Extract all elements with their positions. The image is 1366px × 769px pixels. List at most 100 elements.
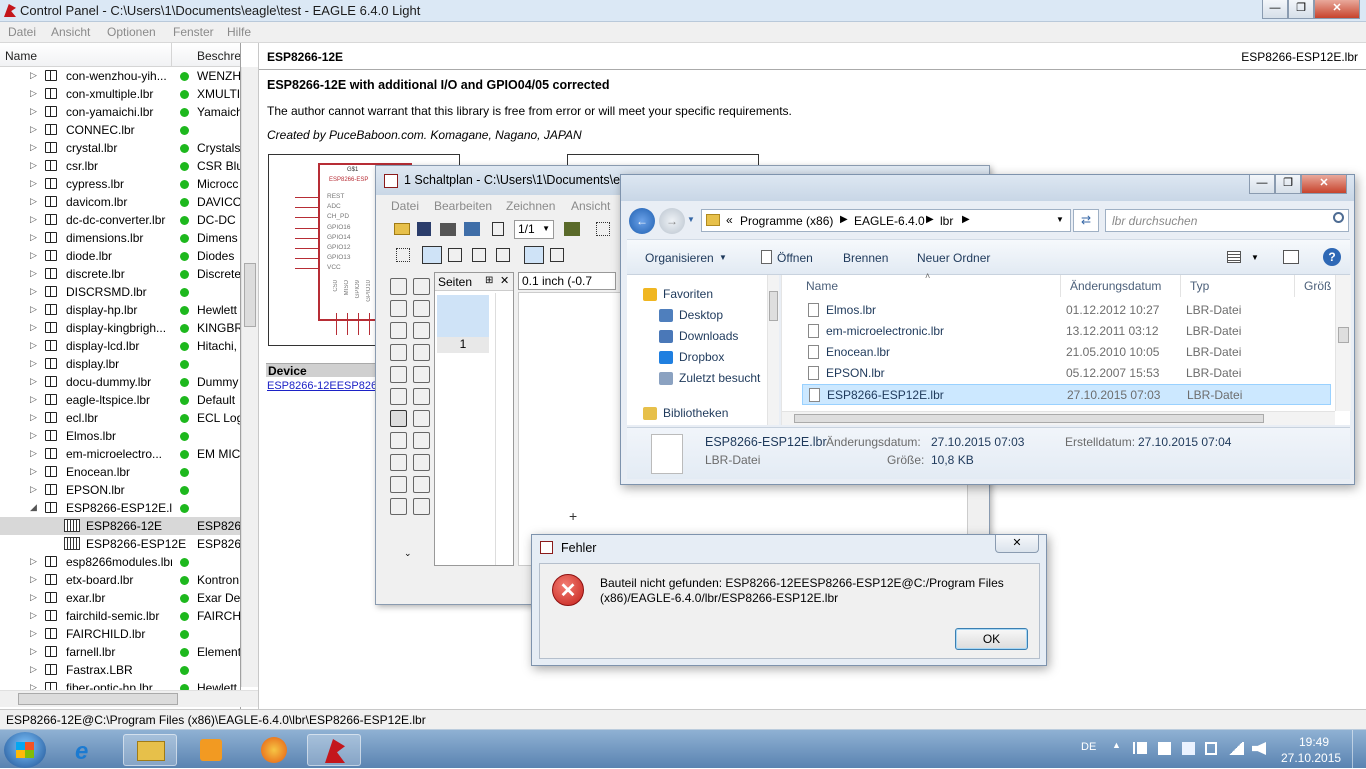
minimize-button[interactable]: — [1262,0,1288,19]
rotate-tool-icon[interactable] [413,344,430,361]
file-row[interactable]: EPSON.lbr 05.12.2007 15:53 LBR-Datei [802,363,1331,384]
in-use-indicator-icon[interactable] [180,126,189,135]
sheet-select[interactable]: 1/1 ▼ [514,220,554,239]
delete-tool-icon[interactable] [413,388,430,405]
nav-item-label[interactable]: Dropbox [679,350,724,364]
file-row[interactable]: Elmos.lbr 01.12.2012 10:27 LBR-Datei [802,300,1331,321]
info-tool-icon[interactable] [390,278,407,295]
preview-pane-icon[interactable] [1283,250,1299,264]
explorer-minimize-button[interactable]: — [1249,175,1275,194]
in-use-indicator-icon[interactable] [180,108,189,117]
change-tool-icon[interactable] [413,366,430,383]
tree-device-row[interactable]: ESP8266-ESP12E ESP826 [0,535,240,553]
file-row[interactable]: em-microelectronic.lbr 13.12.2011 03:12 LB… [802,321,1331,342]
schematic-menu-datei[interactable]: Datei [391,199,419,213]
in-use-indicator-icon[interactable] [180,612,189,621]
open-button[interactable]: Öffnen [777,251,813,265]
explorer-close-button[interactable]: ✕ [1301,175,1347,194]
board-icon[interactable] [564,222,580,236]
internet-explorer-taskbar-icon[interactable]: e [60,734,114,766]
smash-tool-icon[interactable] [390,476,407,493]
collapsed-arrow-icon[interactable]: ▷ [30,160,37,171]
tree-library-row[interactable]: ▷ esp8266modules.lbr [0,553,240,571]
firefox-taskbar-icon[interactable] [246,734,300,766]
mark-tool-icon[interactable] [413,300,430,317]
tree-library-row[interactable]: ▷ CONNEC.lbr [0,121,240,139]
in-use-indicator-icon[interactable] [180,504,189,513]
schematic-menu-bearbeiten[interactable]: Bearbeiten [434,199,492,213]
collapsed-arrow-icon[interactable]: ▷ [30,412,37,423]
cam-icon[interactable] [464,222,480,236]
breadcrumb-sep-icon[interactable]: ▶ [926,214,934,225]
breadcrumb-eagle[interactable]: EAGLE-6.4.0 [854,214,925,228]
tree-library-row[interactable]: ▷ davicom.lbr DAVICO [0,193,240,211]
in-use-indicator-icon[interactable] [180,90,189,99]
save-icon[interactable] [417,222,431,236]
paste-tool-icon[interactable] [390,388,407,405]
view-options-icon[interactable] [1227,251,1241,263]
ulp-icon[interactable] [492,222,504,236]
file-column-header[interactable]: Name [806,279,838,293]
breadcrumb-lbr[interactable]: lbr [940,214,953,228]
in-use-indicator-icon[interactable] [180,324,189,333]
maximize-button[interactable]: ❐ [1288,0,1314,19]
nav-item-label[interactable]: Favoriten [663,287,713,301]
new-folder-button[interactable]: Neuer Ordner [917,251,990,265]
layout-icon-2[interactable] [448,248,462,262]
layout-icon-5[interactable] [524,246,544,264]
tree-vertical-scrollbar[interactable] [241,67,258,687]
in-use-indicator-icon[interactable] [180,252,189,261]
collapsed-arrow-icon[interactable]: ▷ [30,142,37,153]
collapsed-arrow-icon[interactable]: ▷ [30,250,37,261]
tray-expand-icon[interactable]: ▲ [1112,740,1121,750]
column-header-name[interactable]: Name [0,43,172,67]
tree-library-row[interactable]: ◢ ESP8266-ESP12E.lbr [0,499,240,517]
scroll-thumb[interactable] [244,263,256,327]
column-divider[interactable] [1180,275,1181,297]
in-use-indicator-icon[interactable] [180,396,189,405]
tree-library-row[interactable]: ▷ display-kingbrigh... KINGBR [0,319,240,337]
in-use-indicator-icon[interactable] [180,558,189,567]
collapsed-arrow-icon[interactable]: ▷ [30,610,37,621]
replace-tool-icon[interactable] [413,432,430,449]
explorer-maximize-button[interactable]: ❐ [1275,175,1301,194]
miter-tool-icon[interactable] [413,476,430,493]
tree-device-row[interactable]: ESP8266-12E ESP826 [0,517,240,535]
value-tool-icon[interactable] [413,454,430,471]
burn-button[interactable]: Brennen [843,251,888,265]
view-chevron-icon[interactable]: ▼ [1251,253,1259,262]
layout-icon-6[interactable] [550,248,564,262]
file-list-hscroll[interactable] [782,411,1335,425]
in-use-indicator-icon[interactable] [180,342,189,351]
column-divider[interactable] [1294,275,1295,297]
tree-library-row[interactable]: ▷ ecl.lbr ECL Log [0,409,240,427]
collapsed-arrow-icon[interactable]: ▷ [30,376,37,387]
collapsed-arrow-icon[interactable]: ▷ [30,196,37,207]
tree-library-row[interactable]: ▷ con-yamaichi.lbr Yamaich [0,103,240,121]
eagle-taskbar-icon[interactable] [307,734,361,766]
collapsed-arrow-icon[interactable]: ▷ [30,484,37,495]
print-icon[interactable] [440,223,456,236]
breadcrumb-sep-icon[interactable]: ▶ [840,214,848,225]
in-use-indicator-icon[interactable] [180,198,189,207]
collapsed-arrow-icon[interactable]: ▷ [30,628,37,639]
file-column-header[interactable]: Änderungsdatum [1070,279,1161,293]
dock-icon[interactable]: ⊞ [485,275,493,286]
in-use-indicator-icon[interactable] [180,144,189,153]
tree-library-row[interactable]: ▷ DISCRSMD.lbr [0,283,240,301]
collapsed-arrow-icon[interactable]: ▷ [30,574,37,585]
in-use-indicator-icon[interactable] [180,432,189,441]
ok-button[interactable]: OK [955,628,1028,650]
collapsed-arrow-icon[interactable]: ▷ [30,466,37,477]
collapsed-arrow-icon[interactable]: ▷ [30,214,37,225]
tree-horizontal-scrollbar[interactable] [0,690,258,707]
scroll-thumb[interactable] [18,693,178,705]
tree-library-row[interactable]: ▷ display-lcd.lbr Hitachi, [0,337,240,355]
close-button[interactable]: ✕ [1314,0,1360,19]
clock-time[interactable]: 19:49 [1299,735,1329,749]
layout-icon-1[interactable] [422,246,442,264]
tree-library-row[interactable]: ▷ dc-dc-converter.lbr DC-DC [0,211,240,229]
in-use-indicator-icon[interactable] [180,576,189,585]
in-use-indicator-icon[interactable] [180,594,189,603]
page-thumbnail[interactable] [437,295,489,337]
